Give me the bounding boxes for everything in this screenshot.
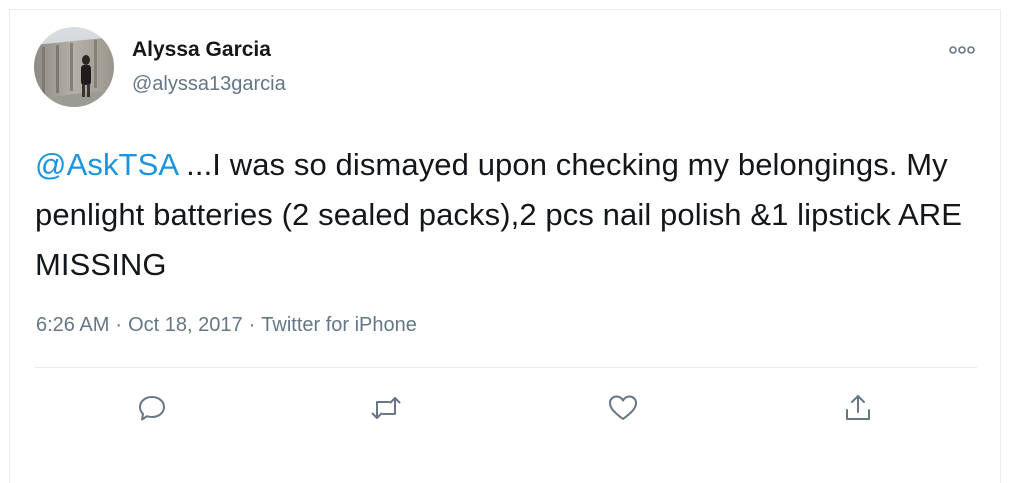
reply-button[interactable] (135, 391, 169, 425)
tweet-card: Alyssa Garcia @alyssa13garcia @AskTSA ..… (9, 9, 1001, 483)
display-name[interactable]: Alyssa Garcia (132, 37, 271, 63)
tweet-meta: 6:26 AM · Oct 18, 2017 · Twitter for iPhone (36, 312, 417, 338)
more-options-button[interactable] (942, 38, 982, 62)
more-icon (949, 46, 975, 54)
tweet-source[interactable]: Twitter for iPhone (261, 314, 417, 336)
like-button[interactable] (606, 391, 640, 425)
divider (35, 367, 977, 368)
tweet-text: @AskTSA ...I was so dismayed upon checki… (35, 140, 985, 290)
mention-link[interactable]: @AskTSA (35, 147, 177, 182)
tweet-time[interactable]: 6:26 AM (36, 314, 109, 336)
retweet-button[interactable] (369, 391, 403, 425)
like-icon (609, 395, 637, 420)
meta-separator: · (248, 314, 256, 336)
avatar-image (34, 27, 114, 107)
meta-separator: · (115, 314, 123, 336)
share-button[interactable] (841, 391, 875, 425)
user-handle[interactable]: @alyssa13garcia (132, 71, 286, 97)
tweet-date[interactable]: Oct 18, 2017 (128, 314, 243, 336)
reply-icon (139, 396, 165, 421)
share-icon (846, 395, 870, 420)
retweet-icon (371, 397, 401, 419)
avatar[interactable] (34, 27, 114, 107)
